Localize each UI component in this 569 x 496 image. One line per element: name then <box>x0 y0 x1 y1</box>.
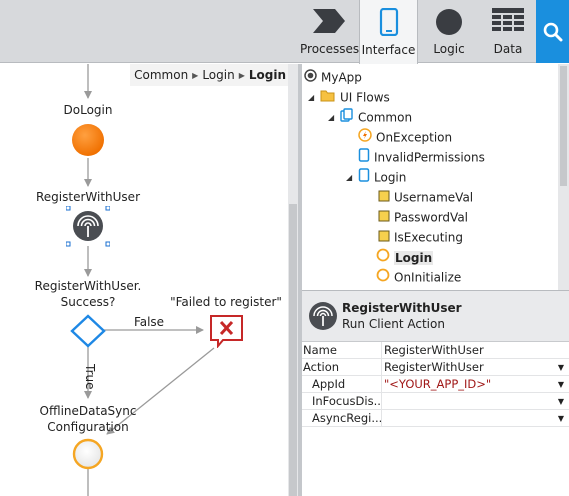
prop-value-asyncregi[interactable] <box>384 410 554 427</box>
tree-item-onexception[interactable]: OnException <box>358 127 452 147</box>
tab-data-label: Data <box>493 42 523 56</box>
breadcrumb-item-login[interactable]: Login <box>202 68 234 82</box>
start-node-icon[interactable] <box>70 122 106 158</box>
tree-item-usernameval[interactable]: UsernameVal <box>378 187 473 207</box>
prop-value-name[interactable]: RegisterWithUser <box>384 342 554 359</box>
breadcrumb-current: Login <box>248 68 286 82</box>
raise-error-node-icon[interactable] <box>209 314 245 348</box>
tree-item-common[interactable]: ◢ Common <box>328 107 412 127</box>
dropdown-arrow-icon[interactable]: ▼ <box>558 359 564 376</box>
interface-tree: MyApp ◢ UI Flows ◢ Common OnException Inva… <box>302 64 569 290</box>
prop-row-name: Name RegisterWithUser <box>302 342 569 359</box>
tab-processes[interactable]: Processes <box>300 0 360 63</box>
tree-item-ui-flows[interactable]: ◢ UI Flows <box>308 87 390 107</box>
canvas-scrollbar-thumb[interactable] <box>289 204 297 496</box>
tab-interface-label: Interface <box>361 43 416 57</box>
properties-subtitle: Run Client Action <box>342 317 445 331</box>
client-action-icon <box>376 268 390 288</box>
prop-name: AppId <box>302 376 382 393</box>
logic-icon <box>435 8 463 39</box>
client-action-icon <box>376 248 390 268</box>
tree-item-oninitialize[interactable]: OnInitialize <box>376 267 461 287</box>
tab-logic[interactable]: Logic <box>419 0 479 63</box>
breadcrumb: Common ▶ Login ▶ Login <box>130 64 288 86</box>
prop-value-infocus[interactable] <box>384 393 554 410</box>
exception-handler-icon <box>358 127 372 148</box>
tree-scrollbar-thumb[interactable] <box>560 66 567 186</box>
decision-node-icon[interactable] <box>70 314 106 348</box>
prop-name: Action <box>302 359 382 376</box>
prop-value-appid[interactable]: "<YOUR_APP_ID>" <box>384 376 554 393</box>
prop-value-action[interactable]: RegisterWithUser <box>384 359 554 376</box>
data-icon <box>492 8 524 37</box>
run-client-action-node-icon[interactable] <box>66 206 110 248</box>
prop-row-infocus: InFocusDis... ▼ <box>302 393 569 410</box>
screen-icon <box>358 147 370 168</box>
dropdown-arrow-icon[interactable]: ▼ <box>558 410 564 427</box>
top-toolbar: Processes Interface Logic Data <box>0 0 569 64</box>
prop-row-action: Action RegisterWithUser ▼ <box>302 359 569 376</box>
node-label-offline-line1: OfflineDataSync <box>39 404 137 418</box>
tree-item-login-screen[interactable]: ◢ Login <box>346 167 406 187</box>
properties-title: RegisterWithUser <box>342 301 462 315</box>
chevron-right-icon: ▶ <box>238 71 245 80</box>
prop-name: AsyncRegi... <box>302 410 382 427</box>
interface-icon <box>379 7 399 39</box>
variable-icon <box>378 208 390 228</box>
tree-item-login-action[interactable]: Login <box>376 247 434 268</box>
tab-data[interactable]: Data <box>480 0 536 63</box>
tree-item-myapp[interactable]: MyApp <box>304 67 362 87</box>
processes-icon <box>312 8 346 37</box>
prop-name: Name <box>302 342 382 359</box>
screen-icon <box>358 167 370 188</box>
tree-item-passwordval[interactable]: PasswordVal <box>378 207 468 227</box>
edge-label-false: False <box>133 315 165 329</box>
prop-row-asyncregi: AsyncRegi... ▼ <box>302 410 569 427</box>
node-label-error: "Failed to register" <box>170 295 282 309</box>
variable-icon <box>378 188 390 208</box>
node-label-dologin: DoLogin <box>63 103 113 117</box>
tree-item-invalidpermissions[interactable]: InvalidPermissions <box>358 147 485 167</box>
expanded-arrow-icon[interactable]: ◢ <box>328 108 340 128</box>
node-label-register: RegisterWithUser <box>35 190 141 204</box>
tab-interface[interactable]: Interface <box>359 0 418 64</box>
folder-icon <box>320 88 336 108</box>
canvas-scrollbar[interactable] <box>288 64 298 496</box>
end-node-icon[interactable] <box>71 437 105 471</box>
dropdown-arrow-icon[interactable]: ▼ <box>558 376 564 393</box>
properties-header: RegisterWithUser Run Client Action <box>302 290 569 342</box>
tree-scrollbar[interactable] <box>558 64 569 290</box>
search-button[interactable] <box>536 0 569 63</box>
run-client-action-icon <box>308 301 338 334</box>
prop-name: InFocusDis... <box>302 393 382 410</box>
node-label-decision-line1: RegisterWithUser. <box>34 279 142 293</box>
chevron-right-icon: ▶ <box>192 71 199 80</box>
variable-icon <box>378 228 390 248</box>
dropdown-arrow-icon[interactable]: ▼ <box>558 393 564 410</box>
expanded-arrow-icon[interactable]: ◢ <box>308 88 320 108</box>
breadcrumb-item-common[interactable]: Common <box>134 68 188 82</box>
properties-grid: Name RegisterWithUser Action RegisterWit… <box>302 342 569 496</box>
prop-row-appid: AppId "<YOUR_APP_ID>" ▼ <box>302 376 569 393</box>
flow-icon <box>340 107 354 128</box>
expanded-arrow-icon[interactable]: ◢ <box>346 168 358 188</box>
tree-item-isexecuting[interactable]: IsExecuting <box>378 227 463 247</box>
app-icon <box>304 68 317 88</box>
tab-processes-label: Processes <box>300 42 360 56</box>
node-label-offline-line2: Configuration <box>47 420 129 434</box>
tab-logic-label: Logic <box>433 42 465 56</box>
flow-canvas[interactable]: Common ▶ Login ▶ Login DoLogin RegisterWithU… <box>0 64 288 496</box>
edge-label-true: True <box>83 364 97 390</box>
search-icon <box>543 22 563 45</box>
node-label-decision-line2: Success? <box>60 295 116 309</box>
